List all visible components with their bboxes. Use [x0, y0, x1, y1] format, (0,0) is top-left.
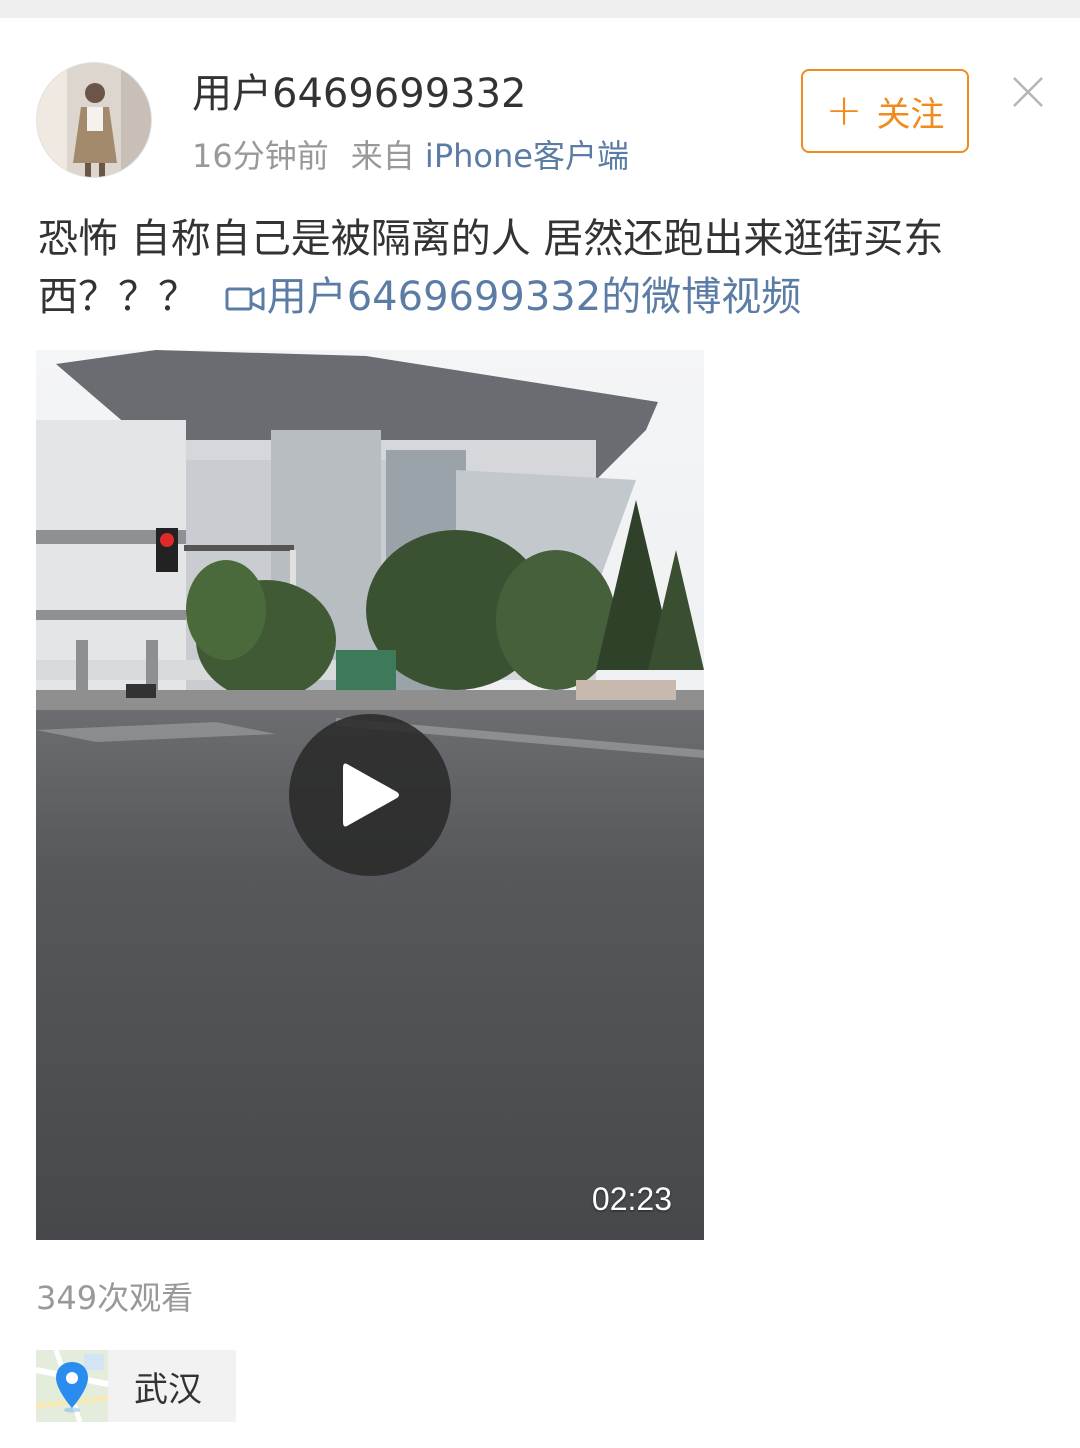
follow-button[interactable]: + 关注 — [801, 69, 969, 153]
view-count: 349次观看 — [36, 1279, 194, 1317]
video-camera-icon — [225, 287, 265, 311]
play-button[interactable] — [289, 714, 451, 876]
video-link-label: 用户6469699332的微博视频 — [266, 274, 802, 320]
avatar-image — [37, 63, 151, 177]
video-link[interactable]: 用户6469699332的微博视频 — [225, 274, 802, 320]
video-duration: 02:23 — [591, 1181, 672, 1217]
source-prefix: 来自 — [350, 137, 415, 175]
post-text: 恐怖 自称自己是被隔离的人 居然还跑出来逛街买东西？？？ 用户646969933… — [38, 210, 1048, 326]
top-strip — [0, 0, 1080, 18]
play-icon — [343, 763, 399, 827]
map-pin-icon — [36, 1350, 108, 1422]
location-tag[interactable]: 武汉 — [36, 1350, 236, 1422]
post-time: 16分钟前 — [192, 137, 329, 175]
username[interactable]: 用户6469699332 — [192, 70, 527, 118]
close-icon[interactable] — [1010, 74, 1046, 110]
post-meta: 16分钟前 来自 iPhone客户端 — [192, 136, 629, 176]
plus-icon: + — [825, 85, 863, 136]
location-label: 武汉 — [134, 1369, 202, 1410]
avatar[interactable] — [36, 62, 152, 178]
follow-label: 关注 — [876, 94, 945, 135]
video-player[interactable]: 02:23 — [36, 350, 704, 1240]
source-client[interactable]: iPhone客户端 — [425, 137, 629, 175]
